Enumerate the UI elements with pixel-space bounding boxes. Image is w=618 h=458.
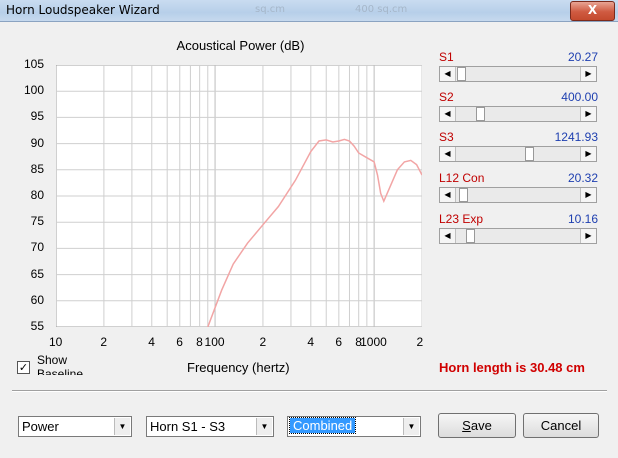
separator	[12, 390, 607, 392]
y-tick-label: 65	[30, 266, 44, 281]
chevron-down-icon[interactable]: ▼	[403, 418, 419, 435]
y-tick-label: 95	[30, 109, 44, 124]
arrow-right-icon[interactable]: ▶	[580, 67, 596, 81]
arrow-left-icon[interactable]: ◀	[440, 188, 456, 202]
title-bar[interactable]: Horn Loudspeaker Wizard sq.cm 400 sq.cm …	[0, 0, 618, 22]
chevron-down-icon[interactable]: ▼	[114, 418, 130, 435]
y-tick-label: 75	[30, 214, 44, 229]
arrow-right-icon[interactable]: ▶	[580, 107, 596, 121]
param-value: 20.32	[567, 171, 598, 185]
chevron-down-icon[interactable]: ▼	[256, 418, 272, 435]
x-tick-label: 2	[100, 335, 108, 349]
cancel-button[interactable]: Cancel	[523, 413, 599, 438]
horn-section-value: Horn S1 - S3	[150, 419, 226, 434]
y-tick-label: 85	[30, 161, 44, 176]
close-icon: X	[587, 3, 598, 17]
param-slider[interactable]: ◀ ▶	[439, 187, 597, 203]
ghost-text: sq.cm	[255, 4, 285, 15]
param-label: L12 Con	[439, 171, 485, 185]
save-label: ave	[470, 418, 492, 433]
y-tick-label: 90	[30, 135, 44, 150]
combine-mode-select[interactable]: Combined ▼	[287, 416, 421, 437]
chart-title: Acoustical Power (dB)	[176, 38, 305, 53]
slider-thumb[interactable]	[465, 229, 475, 243]
chart-plot	[56, 65, 422, 327]
param-slider[interactable]: ◀ ▶	[439, 66, 597, 82]
param-value: 1241.93	[554, 130, 598, 144]
arrow-left-icon[interactable]: ◀	[440, 229, 456, 243]
slider-thumb[interactable]	[457, 67, 467, 81]
param-label: S2	[439, 90, 454, 104]
param-label: S3	[439, 130, 454, 144]
param-slider[interactable]: ◀ ▶	[439, 106, 597, 122]
save-button[interactable]: Save	[438, 413, 516, 438]
y-tick-label: 55	[30, 319, 44, 333]
arrow-left-icon[interactable]: ◀	[440, 147, 456, 161]
y-tick-label: 80	[30, 188, 44, 202]
wizard-window: Horn Loudspeaker Wizard sq.cm 400 sq.cm …	[0, 0, 618, 458]
close-button[interactable]: X	[570, 1, 615, 21]
show-baseline-label: Show Baseline	[37, 353, 84, 375]
slider-thumb[interactable]	[525, 147, 535, 161]
arrow-right-icon[interactable]: ▶	[580, 229, 596, 243]
param-value: 400.00	[561, 90, 598, 104]
x-tick-label: 8	[196, 335, 203, 349]
x-tick-label: 10	[49, 335, 63, 349]
horn-length-text: Horn length is 30.48 cm	[439, 360, 585, 375]
param-value: 10.16	[567, 212, 598, 226]
param-slider[interactable]: ◀ ▶	[439, 228, 597, 244]
x-tick-label: 6	[176, 335, 183, 349]
x-tick-label: 100	[204, 335, 225, 349]
param-label: L23 Exp	[439, 212, 484, 226]
param-label: S1	[439, 50, 454, 64]
x-tick-label: 4	[307, 335, 314, 349]
arrow-left-icon[interactable]: ◀	[440, 67, 456, 81]
horn-section-select[interactable]: Horn S1 - S3 ▼	[146, 416, 274, 437]
y-tick-label: 60	[30, 292, 44, 307]
x-tick-label: 2	[416, 335, 424, 349]
combine-mode-value: Combined	[288, 417, 357, 434]
arrow-right-icon[interactable]: ▶	[580, 147, 596, 161]
x-tick-label: 6	[335, 335, 343, 349]
plot-type-select[interactable]: Power ▼	[18, 416, 132, 437]
slider-thumb[interactable]	[458, 188, 468, 202]
slider-thumb[interactable]	[476, 107, 486, 121]
y-tick-label: 105	[23, 57, 44, 71]
plot-type-value: Power	[22, 419, 59, 434]
arrow-left-icon[interactable]: ◀	[440, 107, 456, 121]
x-tick-label: 4	[148, 335, 155, 349]
x-tick-label: 1000	[360, 335, 387, 349]
y-tick-label: 100	[23, 83, 44, 98]
param-value: 20.27	[567, 50, 598, 64]
show-baseline-checkbox[interactable]: ✓	[17, 361, 30, 374]
window-title: Horn Loudspeaker Wizard	[6, 3, 160, 17]
x-axis-label: Frequency (hertz)	[187, 360, 290, 375]
client-area: Acoustical Power (dB) 105 100 95 90 85 80 75 70…	[2, 22, 616, 456]
x-tick-label: 2	[259, 335, 267, 349]
y-tick-label: 70	[30, 240, 44, 255]
save-mnemonic: S	[462, 418, 471, 433]
param-slider[interactable]: ◀ ▶	[439, 146, 597, 162]
arrow-right-icon[interactable]: ▶	[580, 188, 596, 202]
ghost-text: 400 sq.cm	[355, 4, 408, 15]
